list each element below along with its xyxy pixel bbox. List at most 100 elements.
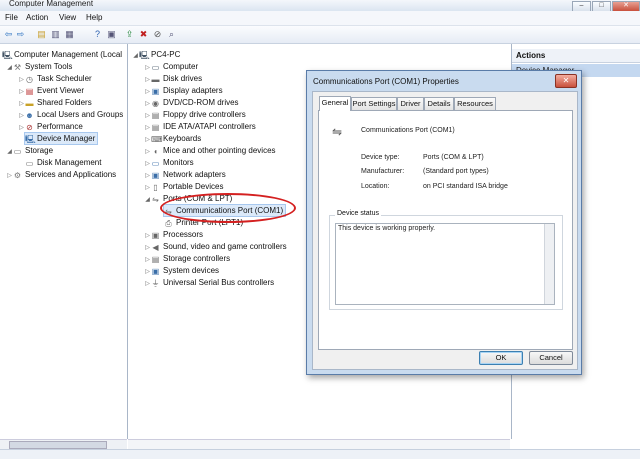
usb-icon: ⏚ bbox=[151, 279, 160, 288]
back-arrow-icon[interactable]: ⇦ bbox=[3, 29, 14, 40]
scan-hardware-icon[interactable]: ⌕ bbox=[166, 29, 177, 40]
tab-port-settings[interactable]: Port Settings bbox=[351, 97, 397, 110]
toolbar: ⇦ ⇨ ▤ ▥ ▦ ? ▣ ⇪ ✖ ⊘ ⌕ bbox=[0, 26, 640, 44]
computer-icon: 🖳 bbox=[139, 51, 150, 60]
serial-port-icon: ⇋ bbox=[332, 125, 343, 139]
tree-item-services-applications[interactable]: ▷ ⚙ Services and Applications bbox=[6, 169, 116, 180]
collapse-arrow-icon[interactable]: ◢ bbox=[6, 63, 13, 74]
tab-resources[interactable]: Resources bbox=[454, 97, 496, 110]
window-controls: – □ ✕ bbox=[571, 0, 640, 12]
device-category[interactable]: ▷ ▣ Display adapters bbox=[144, 85, 222, 96]
tree-item-disk-management[interactable]: ▭ Disk Management bbox=[25, 157, 102, 168]
device-category[interactable]: ▷ ▯ Portable Devices bbox=[144, 181, 223, 192]
console-tree: 🖳Computer Management (Local ◢ ⚒ System Too… bbox=[0, 44, 128, 439]
tree-item-shared-folders[interactable]: ▷ ▬ Shared Folders bbox=[18, 97, 92, 108]
device-category[interactable]: ▷ ▤ IDE ATA/ATAPI controllers bbox=[144, 121, 256, 132]
device-category[interactable]: ▷ ▤ Floppy drive controllers bbox=[144, 109, 246, 120]
ide-controller-icon: ▤ bbox=[151, 123, 160, 132]
properties-icon[interactable]: ▦ bbox=[64, 29, 75, 40]
tab-driver[interactable]: Driver bbox=[397, 97, 424, 110]
port-icon: ⇋ bbox=[152, 195, 159, 204]
device-category[interactable]: ▷ ▬ Disk drives bbox=[144, 73, 202, 84]
tree-root-computer-management[interactable]: 🖳Computer Management (Local bbox=[2, 49, 122, 60]
disk-icon: ▭ bbox=[25, 159, 34, 168]
properties-dialog: Communications Port (COM1) Properties ✕ … bbox=[306, 70, 582, 375]
menu-file[interactable]: File bbox=[5, 13, 18, 22]
device-tree-root[interactable]: ◢🖳PC4-PC bbox=[132, 49, 180, 60]
tree-item-system-tools[interactable]: ◢ ⚒ System Tools bbox=[6, 61, 72, 72]
monitor-icon: ▭ bbox=[151, 159, 160, 168]
general-tab-panel: ⇋ Communications Port (COM1) Device type… bbox=[318, 110, 573, 350]
device-category[interactable]: ▷ ▭ Computer bbox=[144, 61, 198, 72]
show-tree-icon[interactable]: ▥ bbox=[50, 29, 61, 40]
dialog-close-button[interactable]: ✕ bbox=[555, 74, 577, 88]
red-highlight-ellipse bbox=[160, 193, 296, 223]
collapse-arrow-icon[interactable]: ◢ bbox=[6, 147, 13, 158]
collapse-arrow-icon[interactable]: ◢ bbox=[132, 51, 139, 62]
tree-item-device-manager[interactable]: 🖳Device Manager bbox=[23, 132, 99, 145]
processor-icon: ▣ bbox=[151, 231, 160, 240]
keyboard-icon: ⌨ bbox=[151, 135, 163, 144]
services-icon: ⚙ bbox=[13, 171, 22, 180]
menu-help[interactable]: Help bbox=[86, 13, 102, 22]
expand-arrow-icon[interactable]: ▷ bbox=[6, 171, 13, 182]
tree-item-task-scheduler[interactable]: ▷ ◷ Task Scheduler bbox=[18, 73, 92, 84]
cancel-button[interactable]: Cancel bbox=[529, 351, 573, 365]
device-category[interactable]: ▷ ◀ Sound, video and game controllers bbox=[144, 241, 286, 252]
tools-icon: ⚒ bbox=[13, 63, 22, 72]
uninstall-icon[interactable]: ✖ bbox=[138, 29, 149, 40]
event-viewer-icon: ▤ bbox=[25, 87, 34, 96]
actions-header: Actions bbox=[512, 49, 640, 63]
portable-device-icon: ▯ bbox=[153, 183, 158, 192]
update-driver-icon[interactable]: ⇪ bbox=[124, 29, 135, 40]
device-status-label: Device status bbox=[335, 210, 382, 217]
status-scrollbar[interactable] bbox=[544, 224, 554, 304]
disable-device-icon[interactable]: ⊘ bbox=[152, 29, 163, 40]
storage-icon: ▭ bbox=[13, 147, 22, 156]
tab-general[interactable]: General bbox=[319, 96, 351, 111]
device-category[interactable]: ▷ ▣ System devices bbox=[144, 265, 219, 276]
location-value: on PCI standard ISA bridge bbox=[423, 183, 508, 190]
folder-icon: ▬ bbox=[25, 99, 34, 108]
up-folder-icon[interactable]: ▤ bbox=[36, 29, 47, 40]
forward-arrow-icon[interactable]: ⇨ bbox=[15, 29, 26, 40]
tree-item-storage[interactable]: ◢ ▭ Storage bbox=[6, 145, 53, 156]
printer-port-icon: ⎙ bbox=[165, 219, 172, 228]
scrollbar-thumb[interactable] bbox=[9, 441, 107, 449]
dialog-body: General Port Settings Driver Details Res… bbox=[312, 91, 578, 370]
tree-item-local-users[interactable]: ▷☻ Local Users and Groups bbox=[18, 109, 123, 120]
computer-management-icon: 🖳 bbox=[2, 51, 13, 60]
tab-details[interactable]: Details bbox=[424, 97, 454, 110]
device-category[interactable]: ▷ ▭ Monitors bbox=[144, 157, 194, 168]
device-manager-icon: 🖳 bbox=[25, 135, 36, 144]
menu-action[interactable]: Action bbox=[26, 13, 48, 22]
device-name: Communications Port (COM1) bbox=[361, 127, 455, 134]
help-icon[interactable]: ? bbox=[92, 29, 103, 40]
device-category[interactable]: ▷⌨Keyboards bbox=[144, 133, 201, 144]
system-devices-icon: ▣ bbox=[151, 267, 160, 276]
users-icon: ☻ bbox=[25, 111, 34, 120]
speaker-icon: ◀ bbox=[152, 243, 159, 252]
menu-view[interactable]: View bbox=[59, 13, 76, 22]
device-category[interactable]: ▷ ▣ Network adapters bbox=[144, 169, 226, 180]
collapse-arrow-icon[interactable]: ◢ bbox=[144, 195, 151, 206]
view-icon[interactable]: ▣ bbox=[106, 29, 117, 40]
device-category[interactable]: ▷ ◖ Mice and other pointing devices bbox=[144, 145, 275, 156]
device-category[interactable]: ▷ ◉ DVD/CD-ROM drives bbox=[144, 97, 238, 108]
disk-drive-icon: ▬ bbox=[151, 75, 160, 84]
ok-button[interactable]: OK bbox=[479, 351, 523, 365]
tree-item-event-viewer[interactable]: ▷ ▤ Event Viewer bbox=[18, 85, 84, 96]
floppy-controller-icon: ▤ bbox=[151, 111, 160, 120]
device-category[interactable]: ▷ ▤ Storage controllers bbox=[144, 253, 230, 264]
tree-item-performance[interactable]: ▷ ⊘ Performance bbox=[18, 121, 83, 132]
menu-bar: File Action View Help bbox=[0, 11, 640, 26]
network-adapter-icon: ▣ bbox=[151, 171, 160, 180]
clock-icon: ◷ bbox=[26, 75, 33, 84]
title-bar: Computer Management – □ ✕ bbox=[0, 0, 640, 12]
device-status-textbox[interactable]: This device is working properly. bbox=[335, 223, 555, 305]
expand-arrow-icon[interactable]: ▷ bbox=[144, 279, 151, 290]
device-category[interactable]: ▷ ▣ Processors bbox=[144, 229, 203, 240]
mouse-icon: ◖ bbox=[153, 147, 158, 156]
expand-arrow-icon[interactable]: ▷ bbox=[18, 123, 25, 134]
device-category[interactable]: ▷ ⏚ Universal Serial Bus controllers bbox=[144, 277, 274, 288]
